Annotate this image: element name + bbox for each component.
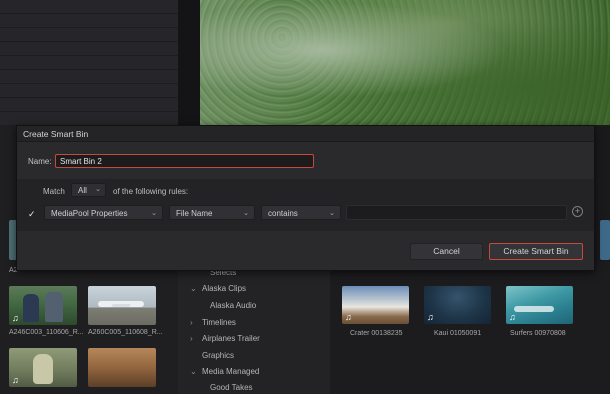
chevron-right-icon[interactable]: › [190, 318, 202, 327]
empty-list-rows [0, 0, 178, 125]
bin-item-label: Alaska Clips [202, 284, 247, 293]
add-rule-icon[interactable]: + [572, 206, 583, 217]
chevron-down-icon: ⌄ [329, 210, 335, 217]
chevron-down-icon[interactable]: ⌄ [190, 284, 202, 293]
chevron-down-icon: ⌄ [151, 210, 157, 217]
clip-thumbnail[interactable]: ♫ [9, 286, 77, 325]
rule-value-input[interactable] [346, 205, 567, 220]
clip-thumbnail[interactable] [88, 348, 156, 387]
bin-list: Selects ⌄ Alaska Clips Alaska Audio › Time… [178, 262, 330, 394]
bin-item-label: Airplanes Trailer [202, 334, 260, 343]
bin-item-alaska-clips[interactable]: ⌄ Alaska Clips [190, 284, 246, 293]
rules-area: Match All ⌄ of the following rules: ✓ Me… [17, 179, 594, 231]
music-icon: ♫ [12, 375, 19, 385]
chevron-down-icon[interactable]: ⌄ [190, 367, 202, 376]
rule-operator-dropdown[interactable]: contains ⌄ [261, 205, 341, 220]
bin-item-label: Alaska Audio [210, 301, 257, 310]
clip-thumbnail[interactable]: ♫ [342, 286, 409, 324]
chevron-right-icon[interactable]: › [190, 334, 202, 343]
chevron-down-icon: ⌄ [243, 210, 249, 217]
bin-item-media-managed[interactable]: ⌄ Media Managed [190, 367, 259, 376]
bin-item-timelines[interactable]: › Timelines [190, 318, 236, 327]
clip-thumbnail[interactable]: ♫ [506, 286, 573, 324]
name-label: Name: [28, 157, 52, 166]
rule-operator-value: contains [268, 209, 298, 218]
panel-splitter[interactable] [178, 0, 200, 125]
match-suffix-text: of the following rules: [113, 187, 189, 196]
bin-item-label: Graphics [202, 351, 235, 360]
music-icon: ♫ [345, 312, 352, 322]
clip-label: Surfers 00970808 [510, 330, 566, 337]
match-select[interactable]: All ⌄ [71, 183, 106, 197]
bin-item-graphics[interactable]: Graphics [202, 351, 234, 360]
music-icon: ♫ [12, 313, 19, 323]
clip-browser [330, 262, 610, 394]
match-select-value: All [78, 186, 87, 195]
clip-label: A260C005_110608_R... [88, 329, 163, 336]
create-smart-bin-button[interactable]: Create Smart Bin [489, 243, 583, 260]
bin-item-label: Timelines [202, 318, 236, 327]
clip-thumbnail[interactable]: ♫ [424, 286, 491, 324]
match-label: Match [43, 187, 65, 196]
clip-thumbnail-partial[interactable] [600, 220, 610, 260]
viewer-image-haze [200, 0, 610, 125]
bin-item-airplanes-trailer[interactable]: › Airplanes Trailer [190, 334, 260, 343]
video-viewer [200, 0, 610, 125]
create-smart-bin-dialog: Create Smart Bin Name: Match All ⌄ of th… [16, 125, 595, 271]
dialog-title: Create Smart Bin [23, 129, 89, 139]
clip-thumbnail[interactable]: ♫ [9, 348, 77, 387]
cancel-button[interactable]: Cancel [410, 243, 483, 260]
clip-thumbnail[interactable] [88, 286, 156, 325]
chevron-down-icon: ⌄ [95, 186, 101, 193]
bin-item-good-takes[interactable]: Good Takes [210, 383, 253, 392]
bin-item-label: Media Managed [202, 367, 260, 376]
clip-label: A246C003_110606_R... [9, 329, 84, 336]
rule-property-dropdown[interactable]: MediaPool Properties ⌄ [44, 205, 163, 220]
rule-enabled-checkbox[interactable]: ✓ [28, 209, 38, 219]
music-icon: ♫ [509, 312, 516, 322]
bin-item-alaska-audio[interactable]: Alaska Audio [210, 301, 256, 310]
music-icon: ♫ [427, 312, 434, 322]
rule-property-value: MediaPool Properties [51, 209, 128, 218]
rule-field-value: File Name [176, 209, 213, 218]
dialog-titlebar[interactable]: Create Smart Bin [17, 126, 594, 142]
clip-label: Crater 00138235 [350, 330, 403, 337]
bin-item-label: Good Takes [210, 383, 253, 392]
bin-name-input[interactable] [55, 154, 314, 168]
clip-label: Kaui 01050091 [434, 330, 482, 337]
rule-field-dropdown[interactable]: File Name ⌄ [169, 205, 255, 220]
